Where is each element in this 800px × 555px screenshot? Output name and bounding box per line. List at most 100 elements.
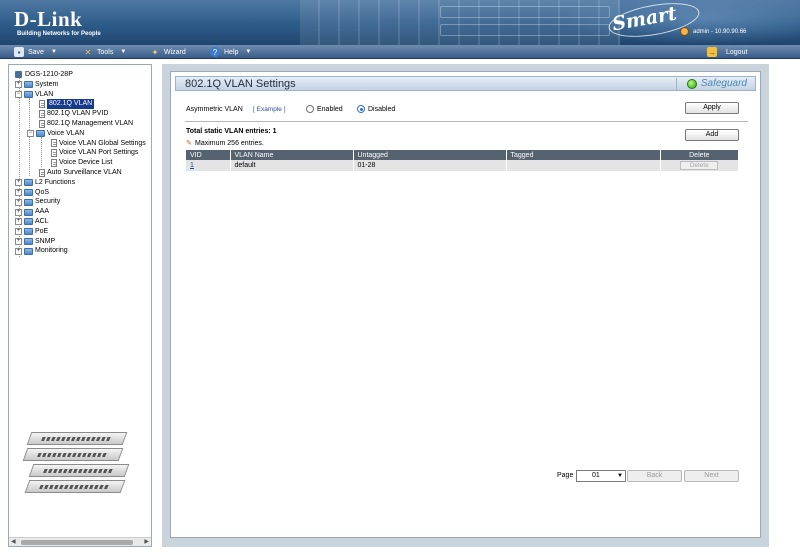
- expand-icon[interactable]: +: [15, 179, 22, 187]
- page-title-bar: 802.1Q VLAN Settings Safeguard: [175, 76, 756, 91]
- vlan-table: VID VLAN Name Untagged Tagged Delete 1 d…: [186, 150, 739, 171]
- vid-link[interactable]: 1: [190, 162, 194, 169]
- expand-icon[interactable]: +: [15, 198, 22, 206]
- tree-item-voice-vlan-global-settings[interactable]: Voice VLAN Global Settings: [15, 139, 146, 149]
- folder-open-icon: [36, 130, 45, 138]
- expand-icon[interactable]: +: [15, 81, 22, 89]
- radio-button-selected[interactable]: [357, 105, 365, 113]
- tree-item-acl[interactable]: + ACL: [15, 217, 146, 227]
- folder-icon: [24, 188, 33, 196]
- content-panel: 802.1Q VLAN Settings Safeguard Asymmetri…: [170, 71, 761, 538]
- brand-tagline: Building Networks for People: [17, 31, 101, 37]
- main-frame: 802.1Q VLAN Settings Safeguard Asymmetri…: [162, 64, 769, 547]
- add-button[interactable]: Add: [685, 129, 739, 141]
- wizard-icon: ✦: [151, 47, 159, 57]
- folder-icon: [24, 218, 33, 226]
- radio-button[interactable]: [306, 105, 314, 113]
- logout-button[interactable]: → Logout: [707, 46, 747, 58]
- next-button[interactable]: Next: [684, 470, 739, 482]
- save-menu[interactable]: ▪ Save ▼: [14, 46, 57, 58]
- expand-icon[interactable]: +: [15, 188, 22, 196]
- col-vlan-name: VLAN Name: [230, 150, 354, 160]
- page-select[interactable]: 01 ▼: [576, 470, 626, 482]
- tools-icon: ✕: [84, 47, 92, 57]
- back-button[interactable]: Back: [627, 470, 682, 482]
- tree-item-voice-vlan[interactable]: − Voice VLAN: [15, 129, 146, 139]
- save-menu-label: Save: [28, 48, 44, 56]
- collapse-icon[interactable]: −: [15, 90, 22, 98]
- tree-item-auto-surveillance-vlan[interactable]: Auto Surveillance VLAN: [15, 168, 146, 178]
- navigation-tree-panel: DGS-1210-28P + System − VLAN 802.1Q VLAN…: [8, 64, 152, 547]
- collapse-icon[interactable]: −: [27, 130, 34, 138]
- page-icon: [39, 110, 45, 119]
- logged-in-user: admin - 10.90.90.66: [693, 29, 747, 35]
- total-entries-text: Total static VLAN entries: 1: [186, 128, 277, 135]
- tree-item-voice-device-list[interactable]: Voice Device List: [15, 158, 146, 168]
- tools-menu-label: Tools: [97, 48, 114, 56]
- folder-icon: [24, 198, 33, 206]
- folder-icon: [24, 247, 33, 255]
- folder-icon: [24, 237, 33, 245]
- tree-item-snmp[interactable]: + SNMP: [15, 237, 146, 247]
- asymmetric-enabled-radio[interactable]: Enabled: [306, 105, 343, 113]
- page-icon: [51, 139, 57, 148]
- cell-untagged: 01-28: [353, 160, 507, 171]
- tree-item-8021q-vlan-pvid[interactable]: 802.1Q VLAN PVID: [15, 109, 146, 119]
- navigation-tree: DGS-1210-28P + System − VLAN 802.1Q VLAN…: [15, 70, 146, 256]
- expand-icon[interactable]: +: [15, 237, 22, 245]
- safeguard-label: Safeguard: [700, 78, 747, 89]
- safeguard-indicator[interactable]: Safeguard: [686, 78, 747, 89]
- chevron-down-icon: ▼: [120, 49, 127, 55]
- tools-menu[interactable]: ✕ Tools ▼: [83, 46, 127, 58]
- page-icon: [39, 168, 45, 177]
- wizard-menu[interactable]: ✦ Wizard: [150, 46, 186, 58]
- expand-icon[interactable]: +: [15, 208, 22, 216]
- tree-item-poe[interactable]: + PoE: [15, 227, 146, 237]
- tree-item-8021q-vlan[interactable]: 802.1Q VLAN: [15, 99, 146, 110]
- tree-item-vlan[interactable]: − VLAN: [15, 90, 146, 100]
- cell-vlan-name: default: [230, 160, 354, 171]
- expand-icon[interactable]: +: [15, 228, 22, 236]
- tree-item-security[interactable]: + Security: [15, 197, 146, 207]
- cell-tagged: [506, 160, 661, 171]
- tree-root[interactable]: DGS-1210-28P: [15, 70, 146, 80]
- chevron-down-icon: ▼: [617, 473, 623, 479]
- tree-horizontal-scrollbar[interactable]: ◀ ▶: [9, 537, 151, 546]
- apply-button[interactable]: Apply: [685, 102, 739, 114]
- tree-item-aaa[interactable]: + AAA: [15, 207, 146, 217]
- chevron-down-icon: ▼: [50, 49, 57, 55]
- folder-icon: [24, 228, 33, 236]
- scrollbar-thumb[interactable]: [21, 540, 133, 545]
- scroll-right-icon[interactable]: ▶: [144, 538, 149, 546]
- tree-item-monitoring[interactable]: + Monitoring: [15, 246, 146, 256]
- example-link[interactable]: [ Example ]: [253, 106, 286, 113]
- folder-icon: [24, 208, 33, 216]
- expand-icon[interactable]: +: [15, 247, 22, 255]
- help-icon: ?: [210, 47, 220, 57]
- max-entries-note: ✎ Maximum 256 entries.: [186, 140, 264, 147]
- tree-item-system[interactable]: + System: [15, 80, 146, 90]
- col-delete: Delete: [660, 150, 739, 160]
- status-led-icon: [686, 78, 697, 89]
- folder-open-icon: [24, 90, 33, 98]
- user-icon: [680, 27, 689, 36]
- tree-item-l2-functions[interactable]: + L2 Functions: [15, 178, 146, 188]
- col-untagged: Untagged: [353, 150, 507, 160]
- expand-icon[interactable]: +: [15, 218, 22, 226]
- delete-button[interactable]: Delete: [680, 161, 719, 170]
- tree-item-qos[interactable]: + QoS: [15, 188, 146, 198]
- cell-delete: Delete: [660, 160, 739, 171]
- scroll-left-icon[interactable]: ◀: [11, 538, 16, 546]
- tree-item-voice-vlan-port-settings[interactable]: Voice VLAN Port Settings: [15, 148, 146, 158]
- asymmetric-disabled-radio[interactable]: Disabled: [357, 105, 395, 113]
- tree-item-8021q-management-vlan[interactable]: 802.1Q Management VLAN: [15, 119, 146, 129]
- page-icon: [51, 159, 57, 168]
- page-label: Page: [557, 472, 574, 479]
- page-icon: [51, 149, 57, 158]
- chevron-down-icon: ▼: [245, 49, 252, 55]
- help-menu[interactable]: ? Help ▼: [210, 46, 251, 58]
- logout-icon: →: [707, 47, 717, 57]
- switch-icon: [15, 71, 22, 79]
- table-header-row: VID VLAN Name Untagged Tagged Delete: [186, 150, 739, 160]
- switch-stack-image: [21, 430, 131, 505]
